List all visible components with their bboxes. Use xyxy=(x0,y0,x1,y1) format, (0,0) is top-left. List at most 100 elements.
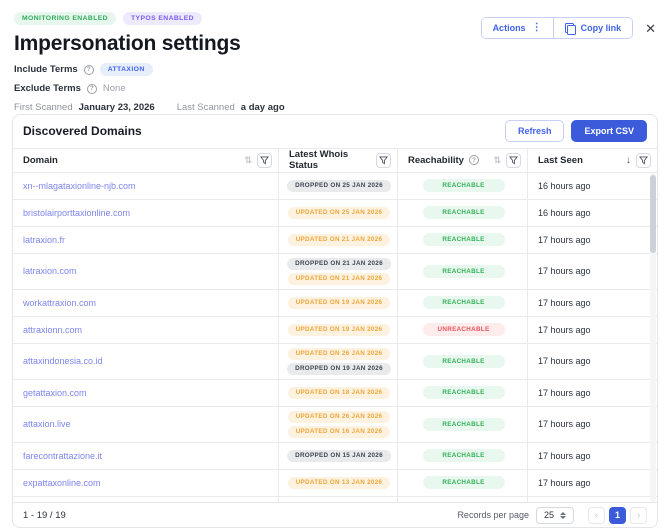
close-icon[interactable]: ✕ xyxy=(643,20,658,37)
domain-link[interactable]: farecontrattazione.it xyxy=(23,451,102,461)
table-header-row: Domain ⇅ Latest Whois Status Reachabilit… xyxy=(13,147,657,173)
table-row: attaxindonesia.co.id UPDATED ON 26 JAN 20… xyxy=(13,343,657,380)
include-terms-label: Include Terms xyxy=(14,64,78,75)
sort-icon[interactable]: ⇅ xyxy=(244,155,252,166)
whois-status-badge: UPDATED ON 18 JAN 2026 xyxy=(287,386,391,399)
domain-link[interactable]: latraxion.fr xyxy=(23,235,65,245)
last-seen-cell: 17 hours ago xyxy=(528,227,657,253)
table-row: expattaxonline.com UPDATED ON 13 JAN 2026… xyxy=(13,469,657,497)
last-seen-text: 16 hours ago xyxy=(538,180,591,191)
reachability-cell: REACHABLE xyxy=(398,199,528,226)
export-csv-button[interactable]: Export CSV xyxy=(571,120,647,143)
domain-link[interactable]: getattaxion.com xyxy=(23,388,87,398)
whois-cell: UPDATED ON 19 JAN 2026 xyxy=(279,316,398,343)
domain-link[interactable]: attaxindonesia.co.id xyxy=(23,356,103,366)
domain-cell: attraxionn.com xyxy=(13,316,279,343)
reachability-badge: REACHABLE xyxy=(422,264,505,278)
column-label: Last Seen xyxy=(538,154,583,166)
column-header-last-seen[interactable]: Last Seen ↓ xyxy=(528,149,657,172)
domain-link[interactable]: bristolairporttaxionline.com xyxy=(23,208,130,218)
whois-status-badge: DROPPED ON 25 JAN 2026 xyxy=(287,179,391,192)
domain-cell: bristolairporttaxionline.com xyxy=(13,199,279,226)
table-footer: 1 - 19 / 19 Records per page 25 ‹ 1 › xyxy=(13,502,657,527)
whois-status-badge: UPDATED ON 26 JAN 2026 xyxy=(287,410,391,423)
help-icon[interactable]: ? xyxy=(468,155,479,166)
column-header-reachability[interactable]: Reachability ? ⇅ xyxy=(398,148,528,172)
reachability-cell: REACHABLE xyxy=(398,406,528,442)
reachability-badge: REACHABLE xyxy=(422,449,505,463)
reachability-badge: REACHABLE xyxy=(422,233,505,247)
table-row: farecontrattazione.it DROPPED ON 15 JAN 2… xyxy=(13,442,657,470)
domain-link[interactable]: attaxion.live xyxy=(23,419,71,429)
table-body: xn--mlagataxionline-njb.com DROPPED ON 25… xyxy=(13,172,657,503)
copy-link-button[interactable]: Copy link xyxy=(552,18,633,38)
records-per-page-value: 25 xyxy=(543,510,554,521)
last-seen-cell: 17 hours ago xyxy=(528,443,657,469)
refresh-button[interactable]: Refresh xyxy=(504,120,565,143)
domain-link[interactable]: latraxion.com xyxy=(23,266,77,276)
card-title: Discovered Domains xyxy=(23,124,142,139)
page-1-button[interactable]: 1 xyxy=(609,506,626,524)
domain-link[interactable]: workattraxion.com xyxy=(23,298,96,308)
help-icon[interactable]: ? xyxy=(83,64,94,75)
reachability-badge: REACHABLE xyxy=(422,417,505,431)
sort-descending-icon[interactable]: ↓ xyxy=(626,155,631,166)
next-page-button[interactable]: › xyxy=(630,506,647,524)
last-seen-text: 17 hours ago xyxy=(538,324,591,335)
actions-button[interactable]: Actions ⋮ xyxy=(481,18,553,38)
scrollbar-thumb[interactable] xyxy=(650,174,656,253)
first-scanned-value: January 23, 2026 xyxy=(78,102,155,113)
domain-link[interactable]: expattaxonline.com xyxy=(23,478,101,488)
last-seen-text: 17 hours ago xyxy=(538,266,591,277)
domain-cell: latraxion.fr xyxy=(13,226,279,253)
column-header-whois[interactable]: Latest Whois Status xyxy=(279,148,398,172)
include-term-badge: ATTAXION xyxy=(99,63,153,76)
whois-status-badge: UPDATED ON 21 JAN 2026 xyxy=(287,233,391,246)
whois-cell: UPDATED ON 26 JAN 2026 DROPPED ON 19 JAN … xyxy=(279,343,398,379)
whois-status-badge: UPDATED ON 13 JAN 2026 xyxy=(287,476,391,489)
filter-icon[interactable] xyxy=(506,152,521,168)
copy-link-label: Copy link xyxy=(580,23,622,33)
reachability-cell: UNREACHABLE xyxy=(398,316,528,343)
table-row-partial xyxy=(13,496,657,503)
whois-status-badge: UPDATED ON 26 JAN 2026 xyxy=(287,347,391,360)
last-seen-text: 16 hours ago xyxy=(538,207,591,218)
table-row: bristolairporttaxionline.com UPDATED ON 2… xyxy=(13,199,657,227)
exclude-terms-label: Exclude Terms xyxy=(14,83,81,94)
exclude-terms-value: None xyxy=(102,83,126,94)
last-seen-text: 17 hours ago xyxy=(538,477,591,488)
records-per-page-select[interactable]: 25 xyxy=(535,506,574,524)
help-icon[interactable]: ? xyxy=(86,83,97,94)
reachability-badge: UNREACHABLE xyxy=(422,323,505,337)
whois-status-badge: UPDATED ON 16 JAN 2026 xyxy=(287,425,391,438)
filter-icon[interactable] xyxy=(636,152,651,168)
filter-icon[interactable] xyxy=(257,152,272,168)
whois-cell: UPDATED ON 19 JAN 2026 xyxy=(279,289,398,316)
domain-link[interactable]: attraxionn.com xyxy=(23,325,82,335)
table-row: xn--mlagataxionline-njb.com DROPPED ON 25… xyxy=(13,172,657,200)
column-header-domain[interactable]: Domain ⇅ xyxy=(13,148,279,172)
reachability-badge: REACHABLE xyxy=(422,354,505,368)
reachability-cell: REACHABLE xyxy=(398,253,528,289)
stepper-icon xyxy=(560,511,566,519)
domain-cell: farecontrattazione.it xyxy=(13,442,279,469)
domain-link[interactable]: xn--mlagataxionline-njb.com xyxy=(23,181,136,191)
reachability-cell: REACHABLE xyxy=(398,442,528,469)
whois-cell: UPDATED ON 18 JAN 2026 xyxy=(279,379,398,406)
domain-cell: attaxion.live xyxy=(13,406,279,442)
whois-status-badge: DROPPED ON 19 JAN 2026 xyxy=(287,362,391,375)
last-seen-cell: 17 hours ago xyxy=(528,344,657,379)
whois-cell: DROPPED ON 15 JAN 2026 xyxy=(279,442,398,469)
last-seen-text: 17 hours ago xyxy=(538,419,591,430)
domain-cell: attaxindonesia.co.id xyxy=(13,343,279,379)
filter-icon[interactable] xyxy=(376,152,391,168)
prev-page-button[interactable]: ‹ xyxy=(588,506,605,524)
reachability-cell: REACHABLE xyxy=(398,289,528,316)
sort-icon[interactable]: ⇅ xyxy=(493,155,501,166)
monitoring-enabled-badge: MONITORING ENABLED xyxy=(14,12,116,25)
last-seen-cell: 17 hours ago xyxy=(528,407,657,442)
domain-cell: latraxion.com xyxy=(13,253,279,289)
column-label: Domain xyxy=(23,154,58,166)
last-seen-text: 17 hours ago xyxy=(538,450,591,461)
whois-cell: UPDATED ON 25 JAN 2026 xyxy=(279,199,398,226)
